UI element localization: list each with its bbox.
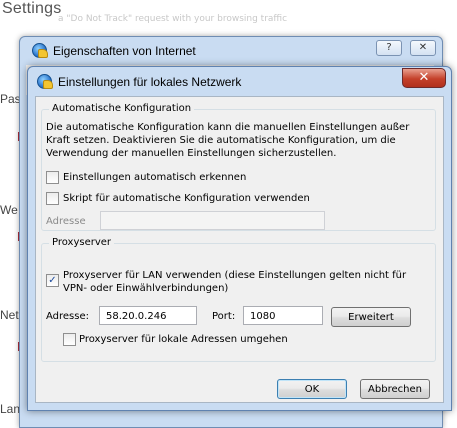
port-field[interactable]: 1080 — [243, 306, 323, 325]
close-button[interactable]: ✕ — [410, 40, 436, 56]
bypass-local-checkbox[interactable] — [63, 333, 76, 346]
bypass-local-label: Proxyserver für lokale Adressen umgehen — [79, 334, 288, 345]
port-label: Port: — [212, 311, 236, 322]
auto-config-script-checkbox[interactable] — [46, 192, 59, 205]
dialog-title: Einstellungen für lokales Netzwerk — [58, 75, 242, 89]
page-title: Settings — [2, 0, 62, 17]
background-label-network: Net — [0, 308, 19, 322]
help-button[interactable]: ? — [376, 40, 402, 56]
dialog-title-bar: Einstellungen für lokales Netzwerk — [37, 74, 241, 89]
internet-globe-icon — [37, 74, 53, 89]
background-label-web: We — [0, 203, 18, 217]
background-label-language: Lan — [0, 402, 21, 416]
auto-config-description: Die automatische Konfiguration kann die … — [46, 122, 410, 159]
use-proxy-label: Proxyserver für LAN verwenden (diese Ein… — [63, 270, 407, 294]
internet-globe-icon — [32, 43, 48, 58]
auto-detect-checkbox[interactable] — [46, 171, 59, 184]
auto-detect-label: Einstellungen automatisch erkennen — [63, 172, 247, 183]
advanced-button[interactable]: Erweitert — [331, 307, 411, 327]
use-proxy-checkbox[interactable]: ✓ — [46, 274, 59, 287]
dialog-title: Eigenschaften von Internet — [53, 44, 196, 58]
dialog-body: Automatische Konfiguration Die automatis… — [35, 96, 444, 403]
background-faint-text: a "Do Not Track" request with your brows… — [58, 14, 288, 24]
auto-config-group: Automatische Konfiguration Die automatis… — [41, 103, 436, 231]
ok-button[interactable]: OK — [277, 379, 347, 399]
dialog-title-bar: Eigenschaften von Internet — [32, 43, 196, 58]
proxy-address-label: Adresse: — [46, 311, 89, 322]
auto-config-legend: Automatische Konfiguration — [49, 103, 195, 114]
script-address-label: Adresse — [46, 216, 86, 227]
background-label-privacy: Pas — [0, 92, 21, 106]
close-button[interactable]: ✕ — [402, 68, 446, 88]
proxy-server-legend: Proxyserver — [49, 237, 115, 248]
proxy-address-field[interactable]: 58.20.0.246 — [99, 306, 197, 325]
script-address-field[interactable] — [100, 211, 325, 230]
lan-settings-dialog: Einstellungen für lokales Netzwerk ✕ Aut… — [27, 66, 452, 411]
cancel-button[interactable]: Abbrechen — [360, 379, 430, 399]
proxy-server-group: Proxyserver ✓ Proxyserver für LAN verwen… — [41, 237, 436, 362]
auto-config-script-label: Skript für automatische Konfiguration ve… — [63, 193, 310, 204]
